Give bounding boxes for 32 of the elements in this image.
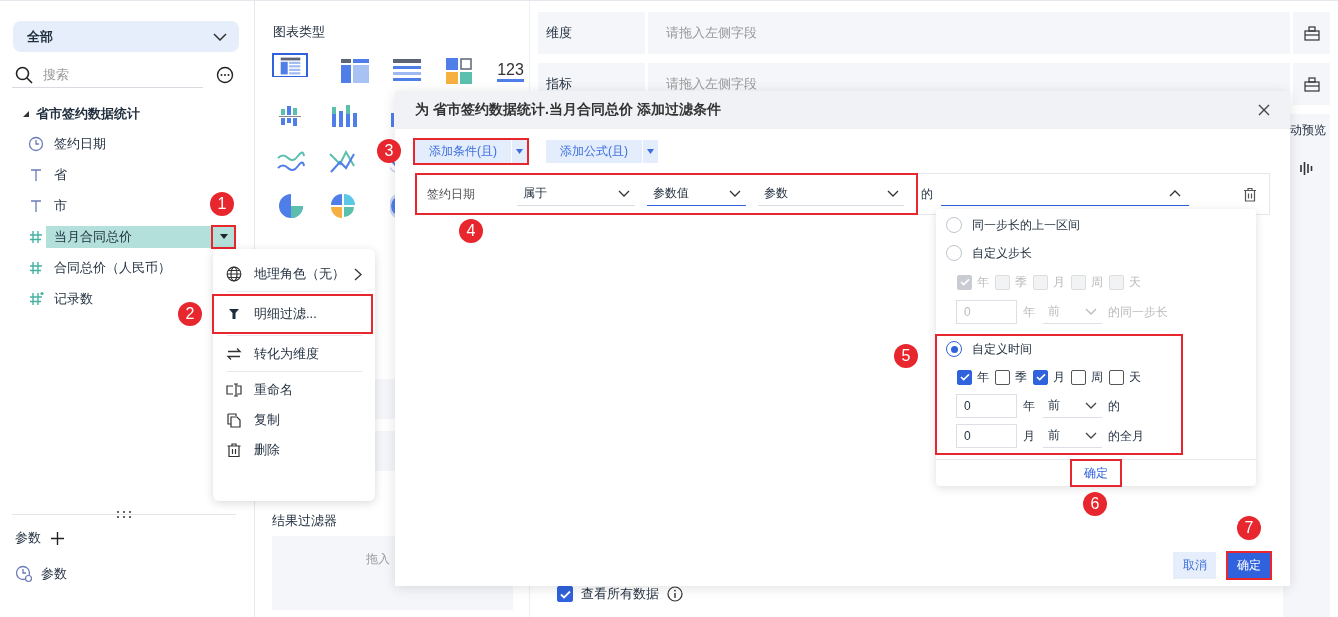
checkbox-label: 季 xyxy=(1015,273,1027,291)
callout-badge: 7 xyxy=(1237,516,1261,540)
connector-text: 的 xyxy=(921,185,933,203)
unit-label: 年 xyxy=(1023,303,1035,321)
radio-label: 同一步长的上一区间 xyxy=(972,216,1080,234)
radio-label: 自定义步长 xyxy=(972,244,1032,262)
callout-badge: 2 xyxy=(178,302,202,326)
unit-label: 年 xyxy=(1023,397,1035,415)
callout-badge: 4 xyxy=(459,219,483,243)
checkbox-label: 月 xyxy=(1053,368,1065,386)
section-title: 图表类型 xyxy=(273,23,326,41)
checkbox-label: 查看所有数据 xyxy=(581,585,659,603)
checkbox-label: 月 xyxy=(1053,273,1065,291)
checkbox-label: 年 xyxy=(977,368,989,386)
checkbox-label: 天 xyxy=(1129,368,1141,386)
field-name: 签约日期 xyxy=(426,185,476,203)
checkbox-label: 季 xyxy=(1015,368,1027,386)
callout-badge: 3 xyxy=(377,139,401,163)
section-title: 结果过滤器 xyxy=(272,512,338,530)
checkbox-label: 周 xyxy=(1091,273,1103,291)
callout-badge: 1 xyxy=(210,191,234,216)
shelf-label: 维度 xyxy=(538,12,645,54)
section-title: 参数 xyxy=(15,529,41,547)
callout-badge: 5 xyxy=(894,344,918,368)
suffix-label: 的全月 xyxy=(1108,427,1144,445)
suffix-label: 的 xyxy=(1108,397,1120,415)
checkbox-label: 周 xyxy=(1091,368,1103,386)
callout-badge: 6 xyxy=(1083,492,1107,516)
unit-label: 月 xyxy=(1023,427,1035,445)
checkbox-label: 年 xyxy=(977,273,989,291)
radio-label: 自定义时间 xyxy=(972,340,1032,358)
checkbox-label: 天 xyxy=(1129,273,1141,291)
